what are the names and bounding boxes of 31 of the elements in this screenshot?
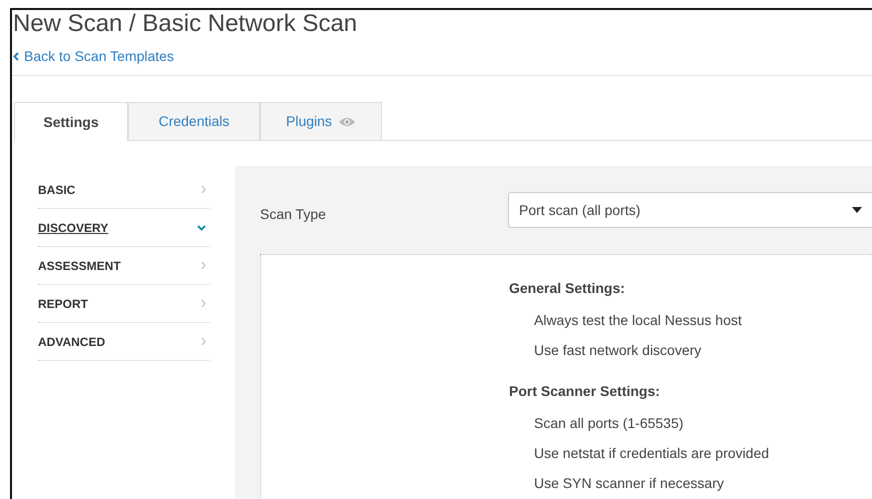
sidebar-item[interactable]: ASSESSMENT bbox=[38, 247, 210, 285]
section-heading: General Settings: bbox=[509, 279, 626, 298]
sidebar-item[interactable]: REPORT bbox=[38, 285, 210, 323]
chevron-left-icon bbox=[13, 52, 19, 61]
chevron-right-icon bbox=[201, 299, 206, 308]
sidebar-item[interactable]: BASIC bbox=[38, 171, 210, 209]
field-label: Scan Type bbox=[260, 204, 327, 224]
section-heading: Port Scanner Settings: bbox=[509, 382, 661, 401]
setting-text: Always test the local Nessus host bbox=[534, 312, 743, 328]
sidebar-label: ASSESSMENT bbox=[38, 258, 121, 274]
scan-type-dropdown[interactable]: Port scan (all ports) bbox=[508, 192, 872, 228]
sidebar-label: REPORT bbox=[38, 296, 88, 312]
chevron-down-icon bbox=[197, 224, 206, 230]
tab[interactable]: Plugins bbox=[260, 102, 382, 140]
chevron-right-icon bbox=[201, 185, 206, 194]
page-title: New Scan / Basic Network Scan bbox=[13, 10, 358, 38]
sidebar-item[interactable]: ADVANCED bbox=[38, 323, 210, 361]
back-link[interactable]: Back to Scan Templates bbox=[13, 46, 174, 67]
tab[interactable]: Credentials bbox=[128, 102, 260, 140]
setting-text: Scan all ports (1-65535) bbox=[534, 415, 684, 431]
sidebar-label: ADVANCED bbox=[38, 334, 106, 350]
caret-down-icon bbox=[852, 207, 862, 213]
chevron-right-icon bbox=[201, 337, 206, 346]
setting-text: Use SYN scanner if necessary bbox=[534, 475, 725, 491]
setting-text: Use fast network discovery bbox=[534, 342, 702, 358]
chevron-right-icon bbox=[201, 261, 206, 270]
sidebar-label: BASIC bbox=[38, 182, 76, 198]
tab[interactable]: Settings bbox=[14, 102, 128, 141]
setting-text: Use netstat if credentials are provided bbox=[534, 445, 770, 461]
sidebar-label: DISCOVERY bbox=[38, 220, 108, 236]
sidebar-item[interactable]: DISCOVERY bbox=[38, 209, 210, 247]
